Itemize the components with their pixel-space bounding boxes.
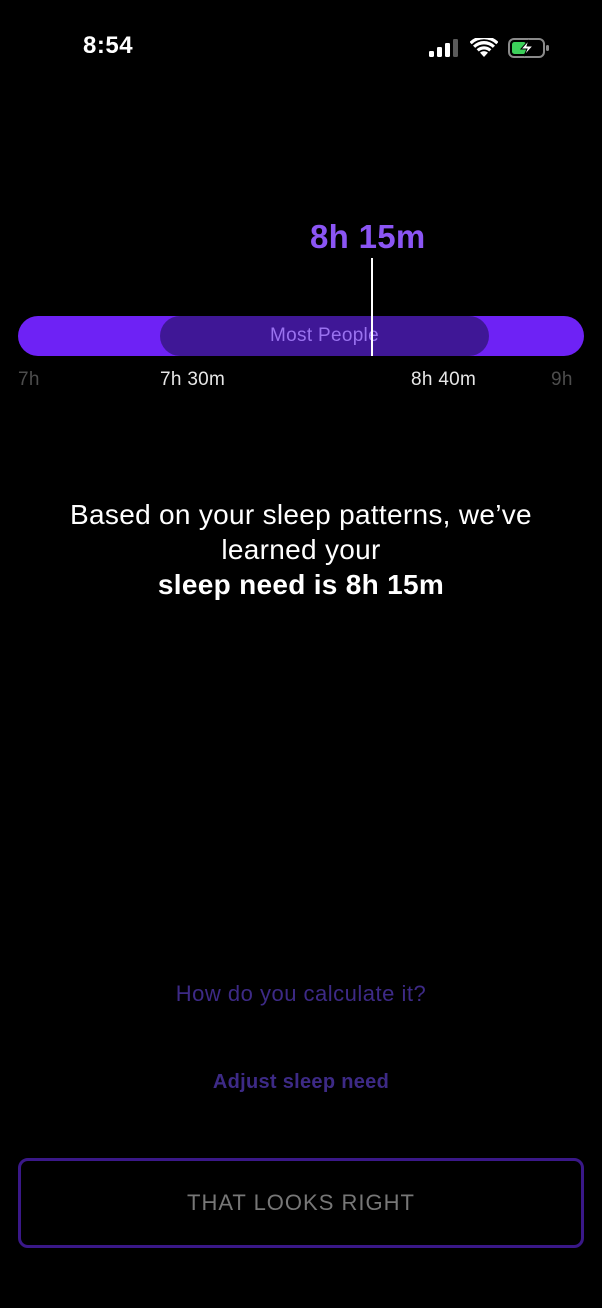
- that-looks-right-button[interactable]: THAT LOOKS RIGHT: [18, 1158, 584, 1248]
- tick-band-end: 8h 40m: [411, 369, 477, 390]
- sleep-need-value: 8h 15m: [310, 218, 426, 255]
- adjust-sleep-need-link[interactable]: Adjust sleep need: [0, 1071, 602, 1094]
- sleep-need-message: Based on your sleep patterns, we’ve lear…: [0, 497, 602, 602]
- tick-max: 9h: [551, 369, 573, 390]
- message-line-2: learned your: [221, 534, 381, 565]
- cellular-signal-icon: [428, 38, 460, 58]
- how-calculate-link[interactable]: How do you calculate it?: [0, 981, 602, 1007]
- message-line-1: Based on your sleep patterns, we’ve: [70, 499, 532, 530]
- tick-band-start: 7h 30m: [160, 369, 226, 390]
- that-looks-right-label: THAT LOOKS RIGHT: [187, 1190, 415, 1215]
- most-people-label: Most People: [270, 325, 379, 346]
- most-people-band: Most People: [160, 316, 489, 356]
- wifi-icon: [470, 38, 498, 58]
- status-time: 8:54: [83, 32, 134, 59]
- status-icons: [428, 36, 550, 60]
- message-line-3: sleep need is 8h 15m: [157, 569, 445, 600]
- battery-charging-icon: [508, 37, 550, 59]
- sleep-need-marker: [371, 258, 373, 356]
- tick-min: 7h: [18, 369, 40, 390]
